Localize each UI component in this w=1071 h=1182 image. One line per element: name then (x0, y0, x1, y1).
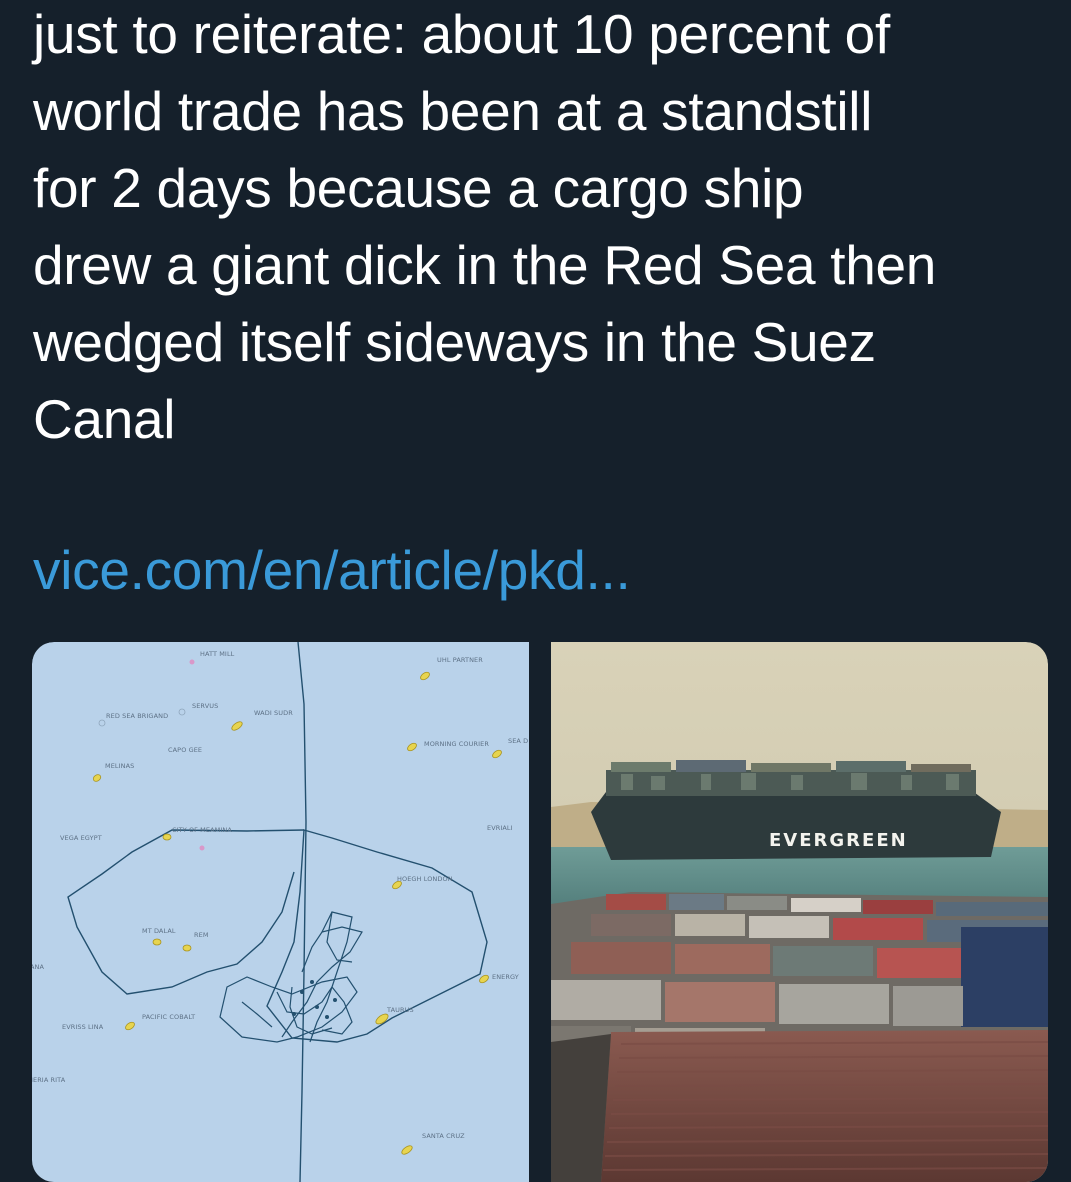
map-label: HOEGH LONDON (397, 875, 453, 883)
map-label: EVRIALI (487, 824, 513, 832)
map-label: WADI SUDR (254, 709, 293, 717)
map-label: TAURUS (386, 1006, 414, 1014)
evergreen-ship-photo[interactable]: EVERGREEN (551, 642, 1048, 1182)
ship-photo: EVERGREEN (551, 642, 1048, 1182)
map-label: MELINAS (105, 762, 134, 770)
map-label: MORNING COURIER (424, 740, 489, 748)
map-label: CITY OF MEAMINA (172, 826, 232, 834)
map-label: HERIA RITA (32, 1076, 66, 1084)
map-label: SEA D (508, 737, 528, 745)
article-link[interactable]: vice.com/en/article/pkd... (33, 532, 631, 609)
map-label: SANTA CRUZ (422, 1132, 465, 1140)
tweet-text: just to reiterate: about 10 percent of w… (33, 3, 937, 450)
map-label: EVRISS LINA (62, 1023, 104, 1031)
map-label: CAPO GEE (168, 746, 202, 754)
map-label: HATT MILL (200, 650, 235, 658)
map-label: RED SEA BRIGAND (106, 712, 168, 720)
map-label: REM (194, 931, 209, 939)
map-label: MT DALAL (142, 927, 176, 935)
ship-track-map: HATT MILL UHL PARTNER SERVUS WADI SUDR R… (32, 642, 529, 1182)
map-label: PACIFIC COBALT (142, 1013, 195, 1021)
ship-track-map-image[interactable]: HATT MILL UHL PARTNER SERVUS WADI SUDR R… (32, 642, 529, 1182)
map-label: SERVUS (192, 702, 218, 710)
map-label: ENERGY (492, 973, 519, 981)
map-label: VEGA EGYPT (60, 834, 102, 842)
map-label: UHL PARTNER (437, 656, 483, 664)
map-label: ANA (32, 963, 45, 971)
media-grid: HATT MILL UHL PARTNER SERVUS WADI SUDR R… (32, 642, 1048, 1182)
ship-name-label: EVERGREEN (769, 830, 908, 851)
